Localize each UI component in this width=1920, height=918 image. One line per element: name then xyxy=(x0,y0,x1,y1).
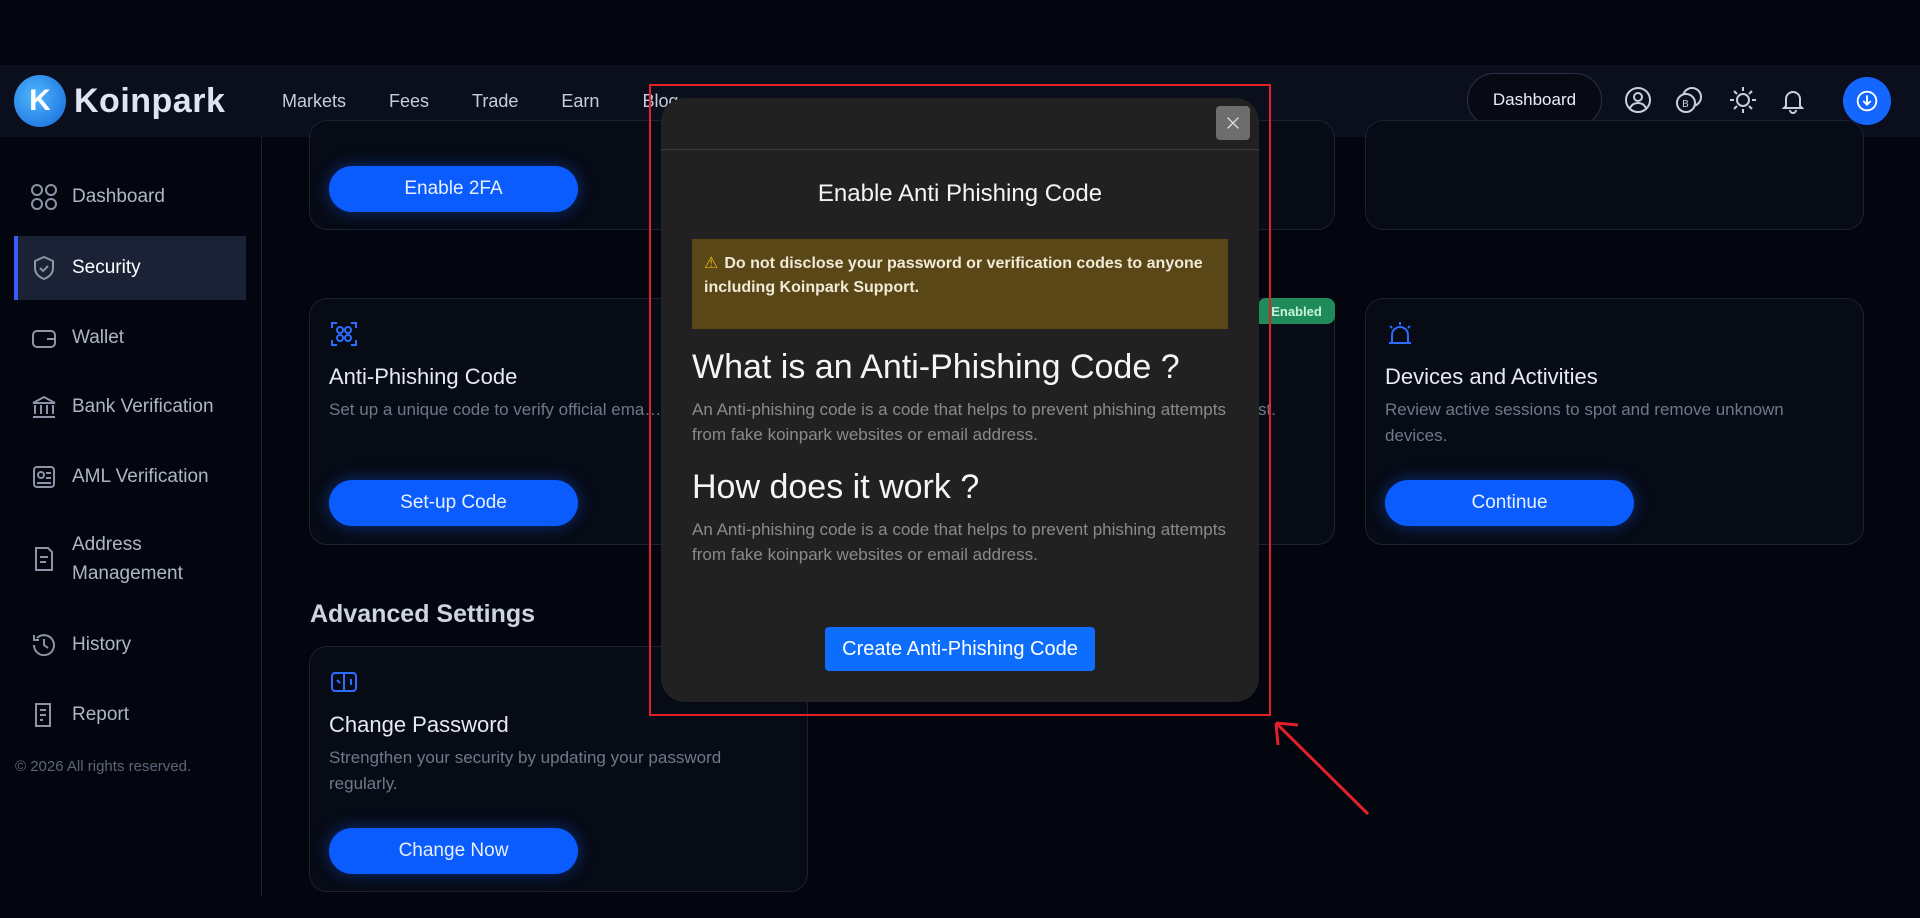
change-password-title: Change Password xyxy=(329,712,509,737)
copyright-text: © 2026 All rights reserved. xyxy=(15,758,192,775)
nav-fees[interactable]: Fees xyxy=(389,91,429,112)
card-devices: Devices and Activities Review active ses… xyxy=(1365,298,1864,545)
bank-icon xyxy=(32,395,56,418)
sidebar-item-aml-verification[interactable]: AML Verification xyxy=(14,445,246,509)
user-icon[interactable] xyxy=(1621,83,1655,117)
setup-code-button[interactable]: Set-up Code xyxy=(329,480,578,526)
id-card-icon xyxy=(33,466,55,488)
sidebar-item-history[interactable]: History xyxy=(14,613,246,677)
download-button[interactable] xyxy=(1843,77,1891,125)
sidebar-item-label: Address Management xyxy=(72,534,183,584)
sidebar-item-label: History xyxy=(72,634,132,655)
advanced-settings-title: Advanced Settings xyxy=(310,600,536,628)
devices-title: Devices and Activities xyxy=(1385,364,1598,389)
wallet-icon xyxy=(32,330,56,348)
sidebar-item-wallet[interactable]: Wallet xyxy=(14,306,246,370)
highlight-box xyxy=(649,84,1271,716)
change-now-button[interactable]: Change Now xyxy=(329,828,578,874)
sidebar: Dashboard Security Wallet Bank Verificat… xyxy=(0,137,262,897)
nav-earn[interactable]: Earn xyxy=(561,91,599,112)
sidebar-item-label: Wallet xyxy=(72,327,125,348)
nav-trade[interactable]: Trade xyxy=(472,91,518,112)
download-icon xyxy=(1856,90,1878,112)
svg-text:B: B xyxy=(1682,99,1689,110)
bell-icon[interactable] xyxy=(1776,83,1810,117)
report-icon xyxy=(35,703,51,727)
sidebar-item-bank-verification[interactable]: Bank Verification xyxy=(14,375,246,439)
annotation-arrow-icon xyxy=(1274,721,1370,816)
brand-name: Koinpark xyxy=(74,81,226,120)
enable-2fa-button[interactable]: Enable 2FA xyxy=(329,166,578,212)
continue-button[interactable]: Continue xyxy=(1385,480,1634,526)
koinpark-logo-icon: K xyxy=(14,75,66,127)
sidebar-item-label: Bank Verification xyxy=(72,396,214,417)
devices-desc: Review active sessions to spot and remov… xyxy=(1385,400,1784,445)
anti-phishing-title: Anti-Phishing Code xyxy=(329,364,518,389)
sidebar-item-security[interactable]: Security xyxy=(14,236,246,300)
card-top-right xyxy=(1365,120,1864,230)
sidebar-item-label: Dashboard xyxy=(72,186,165,207)
sidebar-item-dashboard[interactable]: Dashboard xyxy=(14,165,246,229)
wallet-coin-icon[interactable]: B xyxy=(1672,83,1706,117)
brand-logo[interactable]: K Koinpark xyxy=(14,75,225,127)
document-icon xyxy=(35,547,53,571)
alarm-icon xyxy=(1389,322,1411,344)
dashboard-button[interactable]: Dashboard xyxy=(1467,73,1602,127)
history-icon xyxy=(32,634,55,657)
sidebar-item-label: AML Verification xyxy=(72,466,209,487)
grid-icon xyxy=(31,184,57,210)
password-icon xyxy=(331,672,357,692)
nav-markets[interactable]: Markets xyxy=(282,91,346,112)
sidebar-item-report[interactable]: Report xyxy=(14,683,246,747)
change-password-desc: Strengthen your security by updating you… xyxy=(329,748,722,793)
shield-icon xyxy=(34,255,54,281)
sidebar-item-label: Security xyxy=(72,257,141,278)
sidebar-item-label: Report xyxy=(72,704,130,725)
sidebar-item-address-management[interactable]: Address Management xyxy=(14,522,246,596)
anti-phishing-icon xyxy=(331,322,357,346)
screen: K Koinpark Markets Fees Trade Earn Blog … xyxy=(0,0,1920,918)
theme-toggle-icon[interactable] xyxy=(1726,83,1760,117)
